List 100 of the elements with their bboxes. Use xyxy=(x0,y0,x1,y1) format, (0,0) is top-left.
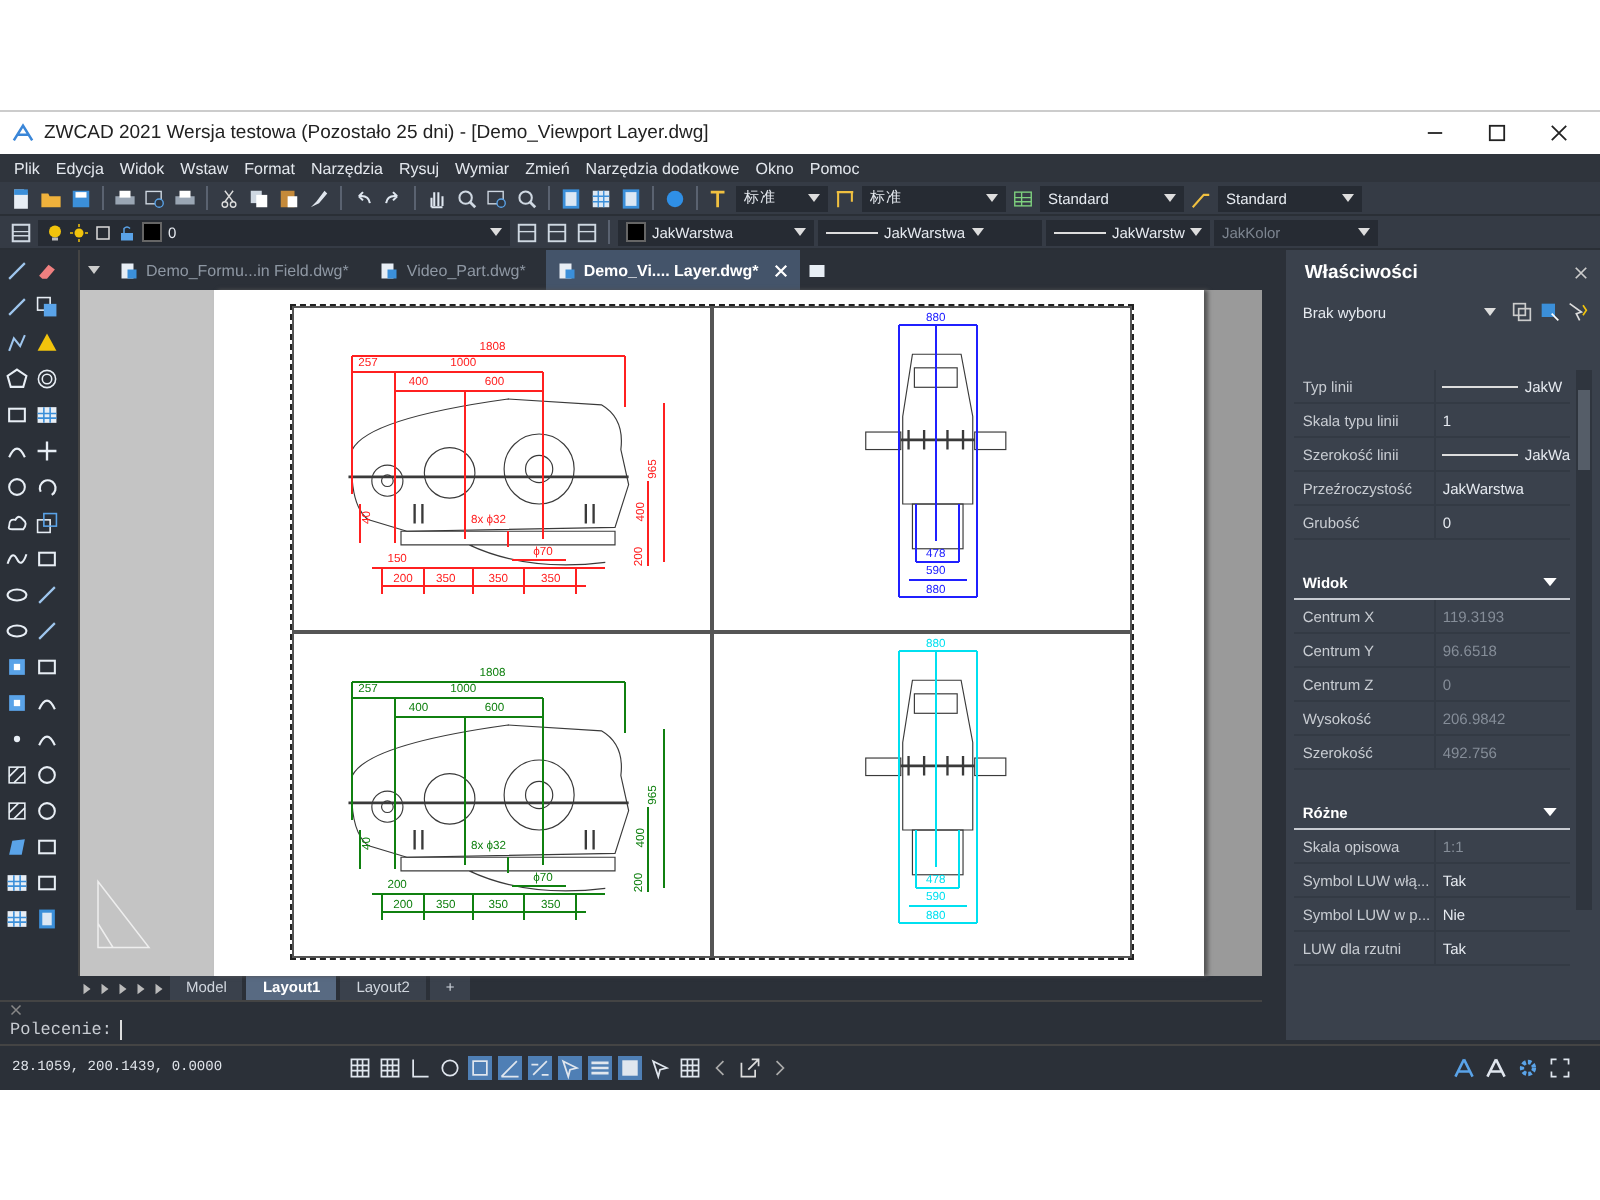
eraser-icon[interactable] xyxy=(36,260,58,282)
circle-icon[interactable] xyxy=(6,476,28,498)
table-icon[interactable] xyxy=(6,872,28,894)
cloud-icon[interactable] xyxy=(6,512,28,534)
grid-icon[interactable] xyxy=(590,187,612,209)
move-icon[interactable] xyxy=(36,440,58,462)
scrollbar[interactable] xyxy=(1576,370,1592,910)
menu-item[interactable]: Rysuj xyxy=(391,159,448,177)
new-file-icon[interactable] xyxy=(10,187,32,209)
caret-icon xyxy=(1484,308,1496,316)
close-icon[interactable] xyxy=(10,1004,22,1016)
drawing-file-icon xyxy=(557,261,576,279)
document-tab[interactable]: Demo_Vi.... Layer.dwg* xyxy=(545,250,801,290)
menu-item[interactable]: Narzędzia dodatkowe xyxy=(577,159,748,177)
annotation-scale-icon[interactable] xyxy=(1452,1056,1476,1080)
annotation-visibility-icon[interactable] xyxy=(1484,1056,1508,1080)
ellipse-icon[interactable] xyxy=(6,620,28,642)
menu-item[interactable]: Widok xyxy=(111,159,173,177)
maximize-button[interactable] xyxy=(1488,124,1506,142)
new-tab-icon[interactable] xyxy=(808,261,827,279)
polar-icon[interactable] xyxy=(438,1056,462,1080)
rotate-icon[interactable] xyxy=(36,476,58,498)
scissors-icon[interactable] xyxy=(218,187,240,209)
line-icon[interactable] xyxy=(36,584,58,606)
panel-icon[interactable] xyxy=(36,908,58,930)
circle-icon[interactable] xyxy=(36,800,58,822)
region-icon[interactable] xyxy=(6,836,28,858)
preview-icon[interactable] xyxy=(144,187,166,209)
panel-icon[interactable] xyxy=(560,187,582,209)
tab-list-caret-icon[interactable] xyxy=(88,266,100,274)
zoom-icon[interactable] xyxy=(456,187,478,209)
fullscreen-icon[interactable] xyxy=(1548,1056,1572,1080)
line-icon[interactable] xyxy=(36,620,58,642)
menu-item[interactable]: Narzędzia xyxy=(302,159,391,177)
menu-item[interactable]: Plik xyxy=(6,159,48,177)
line-icon[interactable] xyxy=(6,296,28,318)
block-icon[interactable] xyxy=(6,656,28,678)
popout-icon[interactable] xyxy=(738,1056,762,1080)
rectangle-icon[interactable] xyxy=(36,872,58,894)
hatch-icon[interactable] xyxy=(6,764,28,786)
cursor-icon[interactable] xyxy=(648,1056,672,1080)
layer-manager-icon[interactable] xyxy=(10,221,32,243)
brush-icon[interactable] xyxy=(308,187,330,209)
hand-icon[interactable] xyxy=(426,187,448,209)
layer-tool-icon[interactable] xyxy=(546,221,568,243)
command-input[interactable]: Polecenie: xyxy=(10,1016,1263,1042)
layer-tool-icon[interactable] xyxy=(516,221,538,243)
layer-tool-icon[interactable] xyxy=(576,221,598,243)
ortho-icon[interactable] xyxy=(408,1056,432,1080)
close-button[interactable] xyxy=(1550,124,1568,142)
lineweight-icon[interactable] xyxy=(588,1056,612,1080)
rectangle-icon[interactable] xyxy=(6,404,28,426)
menu-item[interactable]: Zmień xyxy=(517,159,578,177)
offset-icon[interactable] xyxy=(36,368,58,390)
menu-item[interactable]: Pomoc xyxy=(801,159,868,177)
pick-icon[interactable] xyxy=(1568,302,1588,322)
polyline-icon[interactable] xyxy=(6,332,28,354)
caret-icon xyxy=(1190,228,1203,236)
menu-item[interactable]: Okno xyxy=(747,159,802,177)
menu-item[interactable]: Wstaw xyxy=(172,159,237,177)
hatch-icon[interactable] xyxy=(6,800,28,822)
caret-icon xyxy=(971,228,984,236)
document-tab[interactable]: Demo_Formu...in Field.dwg* xyxy=(108,250,361,290)
printer-icon[interactable] xyxy=(114,187,136,209)
bulb-icon xyxy=(46,223,64,241)
polygon-icon[interactable] xyxy=(6,368,28,390)
triangle-icon[interactable] xyxy=(36,332,58,354)
scale-icon[interactable] xyxy=(36,512,58,534)
printer-icon[interactable] xyxy=(174,187,196,209)
grid-icon[interactable] xyxy=(36,404,58,426)
help-icon[interactable] xyxy=(664,187,686,209)
spline-icon[interactable] xyxy=(6,548,28,570)
menu-item[interactable]: Wymiar xyxy=(447,159,518,177)
zoom-icon[interactable] xyxy=(516,187,538,209)
circle-icon[interactable] xyxy=(36,764,58,786)
line-icon[interactable] xyxy=(6,260,28,282)
grid-icon[interactable] xyxy=(6,908,28,930)
menu-item[interactable]: Edycja xyxy=(47,159,112,177)
rectangle-icon[interactable] xyxy=(36,656,58,678)
menu-item[interactable]: Format xyxy=(236,159,303,177)
save-icon[interactable] xyxy=(70,187,92,209)
redo-icon[interactable] xyxy=(382,187,404,209)
close-icon[interactable] xyxy=(1574,265,1588,279)
undo-icon[interactable] xyxy=(352,187,374,209)
clipboard-icon[interactable] xyxy=(278,187,300,209)
document-tab[interactable]: Video_Part.dwg* xyxy=(368,250,538,290)
select-objects-icon[interactable] xyxy=(1512,302,1532,322)
rectangle-icon[interactable] xyxy=(36,836,58,858)
sun-icon xyxy=(70,223,88,241)
panel-icon[interactable] xyxy=(620,187,642,209)
track-icon[interactable] xyxy=(528,1056,552,1080)
ellipse-icon[interactable] xyxy=(6,584,28,606)
copy-icon[interactable] xyxy=(36,296,58,318)
angle-icon[interactable] xyxy=(498,1056,522,1080)
rectangle-icon[interactable] xyxy=(36,548,58,570)
quick-select-icon[interactable] xyxy=(1540,302,1560,322)
settings-icon[interactable] xyxy=(1516,1056,1540,1080)
block-icon[interactable] xyxy=(6,692,28,714)
zoom-window-icon[interactable] xyxy=(486,187,508,209)
copy-icon[interactable] xyxy=(248,187,270,209)
